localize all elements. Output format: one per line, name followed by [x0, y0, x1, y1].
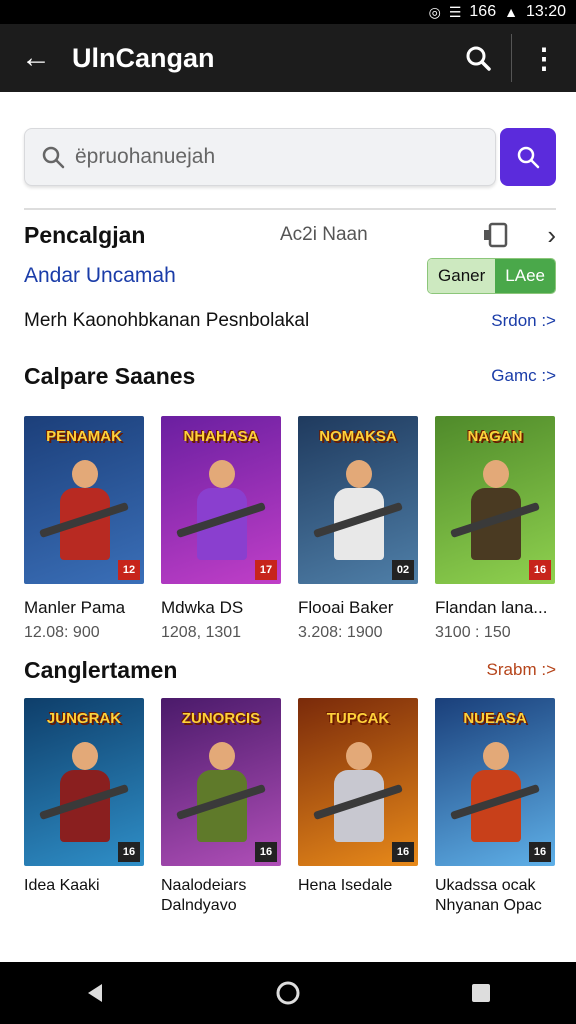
chevron-right-icon[interactable]: › [526, 220, 556, 251]
back-nav-icon[interactable] [84, 982, 106, 1004]
game-title[interactable]: Ukadssa ocak Nhyanan Opac [435, 876, 555, 916]
signal-text: 166 [469, 3, 497, 20]
game-title[interactable]: Hena Isedale [298, 876, 418, 896]
search-button[interactable] [500, 128, 556, 186]
character-head [209, 460, 235, 488]
search-button-icon [517, 146, 540, 169]
age-rating-badge: 16 [392, 842, 414, 862]
game-title[interactable]: Flandan lana... [435, 598, 555, 618]
game-cover-image[interactable]: ZUNORCIS 16 [161, 698, 281, 866]
page-title: UlnCangan [72, 42, 215, 73]
age-rating-badge: 16 [118, 842, 140, 862]
game-meta: 3100 : 150 [435, 624, 511, 641]
game-logo: PENAMAK [46, 428, 122, 445]
back-arrow-icon[interactable]: ← [0, 24, 72, 92]
summary-title: Pencalgjan [24, 221, 146, 248]
see-more-link[interactable]: Srdon :> [491, 311, 556, 331]
game-card[interactable]: TUPCAK 16 Hena Isedale [298, 698, 418, 916]
summary-header: Pencalgjan Ac2i Naan › [24, 218, 556, 252]
game-cover-image[interactable]: NOMAKSA 02 [298, 416, 418, 584]
game-title[interactable]: Flooai Baker [298, 598, 418, 618]
section-link-2[interactable]: Srabm :> [487, 660, 556, 680]
character-head [483, 460, 509, 488]
game-title[interactable]: Mdwka DS [161, 598, 281, 618]
games-row-2: JUNGRAK 16 Idea Kaaki ZUNORCIS 16 Naalodeiars… [24, 698, 556, 916]
description-row: Merh Kaonohbkanan Pesnbolakal Srdon :> [24, 306, 556, 336]
age-rating-badge: 16 [255, 842, 277, 862]
age-rating-badge: 16 [529, 842, 551, 862]
section-title-2: Canglertamen [24, 656, 178, 683]
alarm-icon: ◎ [428, 3, 441, 20]
app-bar: ← UlnCangan ⋮ [0, 24, 576, 92]
summary-count: Ac2i Naan [280, 224, 368, 245]
system-nav-bar [0, 962, 576, 1024]
toggle-option-left[interactable]: Ganer [428, 259, 496, 293]
game-logo: JUNGRAK [46, 710, 122, 727]
game-card[interactable]: NUEASA 16 Ukadssa ocak Nhyanan Opac [435, 698, 555, 916]
status-bar: ◎ ☰ 166 ▲ 13:20 [0, 0, 576, 24]
character-head [72, 460, 98, 488]
game-logo: NAGAN [467, 428, 523, 445]
game-cover-image[interactable]: JUNGRAK 16 [24, 698, 144, 866]
age-rating-badge: 17 [255, 560, 277, 580]
search-field-icon [42, 146, 65, 169]
tablet-icon[interactable] [466, 222, 526, 248]
game-logo: NOMAKSA [319, 428, 397, 445]
wifi-icon: ☰ [448, 3, 462, 20]
character-head [483, 742, 509, 770]
age-rating-badge: 16 [529, 560, 551, 580]
section-link-1[interactable]: Gamc :> [491, 366, 556, 386]
toggle-option-right[interactable]: LAee [495, 259, 555, 293]
game-title[interactable]: Idea Kaaki [24, 876, 144, 896]
game-cover-image[interactable]: TUPCAK 16 [298, 698, 418, 866]
search-icon[interactable] [445, 24, 511, 92]
age-rating-badge: 12 [118, 560, 140, 580]
section-header-1: Calpare Saanes Gamc :> [24, 360, 556, 392]
game-card[interactable]: ZUNORCIS 16 Naalodeiars Dalndyavo [161, 698, 281, 916]
game-cover-image[interactable]: NUEASA 16 [435, 698, 555, 866]
game-cover-image[interactable]: PENAMAK 12 [24, 416, 144, 584]
games-row-1: PENAMAK 12 Manler Pama 12.08: 900 NHAHASA 17 M… [24, 416, 556, 642]
divider [24, 208, 556, 210]
game-cover-image[interactable]: NAGAN 16 [435, 416, 555, 584]
age-rating-badge: 02 [392, 560, 414, 580]
game-card[interactable]: JUNGRAK 16 Idea Kaaki [24, 698, 144, 916]
game-title[interactable]: Manler Pama [24, 598, 144, 618]
game-card[interactable]: NOMAKSA 02 Flooai Baker 3.208: 1900 [298, 416, 418, 642]
section-title-1: Calpare Saanes [24, 362, 196, 389]
game-logo: ZUNORCIS [181, 710, 261, 727]
game-card[interactable]: PENAMAK 12 Manler Pama 12.08: 900 [24, 416, 144, 642]
recents-nav-icon[interactable] [470, 982, 492, 1004]
game-logo: NUEASA [463, 710, 527, 727]
game-logo: TUPCAK [326, 710, 390, 727]
view-toggle: Ganer LAee [427, 258, 556, 294]
character-head [346, 742, 372, 770]
game-title[interactable]: Naalodeiars Dalndyavo [161, 876, 281, 916]
search-row: ëpruohanuejah [24, 128, 556, 186]
search-input[interactable]: ëpruohanuejah [24, 128, 496, 186]
summary-link-row: Andar Uncamah Ganer LAee [24, 258, 556, 294]
clock: 13:20 [525, 3, 566, 20]
game-meta: 12.08: 900 [24, 624, 100, 641]
character-head [72, 742, 98, 770]
game-card[interactable]: NAGAN 16 Flandan lana... 3100 : 150 [435, 416, 555, 642]
character-head [209, 742, 235, 770]
game-meta: 1208, 1301 [161, 624, 242, 641]
section-header-2: Canglertamen Srabm :> [24, 654, 556, 686]
game-meta: 3.208: 1900 [298, 624, 383, 641]
search-placeholder: ëpruohanuejah [75, 145, 216, 168]
game-cover-image[interactable]: NHAHASA 17 [161, 416, 281, 584]
description-text: Merh Kaonohbkanan Pesnbolakal [24, 310, 310, 331]
home-nav-icon[interactable] [275, 980, 301, 1006]
more-vertical-icon[interactable]: ⋮ [512, 24, 576, 92]
game-logo: NHAHASA [183, 428, 259, 445]
summary-link[interactable]: Andar Uncamah [24, 264, 427, 288]
game-card[interactable]: NHAHASA 17 Mdwka DS 1208, 1301 [161, 416, 281, 642]
character-head [346, 460, 372, 488]
signal-icon: ▲ [504, 4, 518, 20]
